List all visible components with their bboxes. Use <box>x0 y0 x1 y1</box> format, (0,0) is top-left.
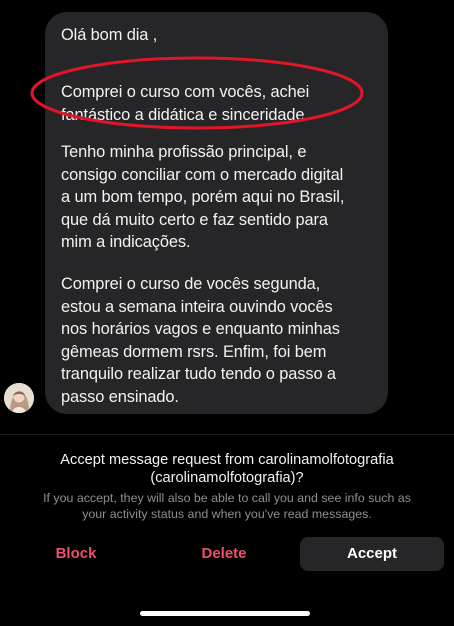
request-description: If you accept, they will also be able to… <box>0 490 454 522</box>
request-description-line: If you accept, they will also be able to… <box>43 491 411 505</box>
request-description-line: your activity status and when you've rea… <box>82 507 372 521</box>
message-line: Olá bom dia , <box>61 26 158 44</box>
message-line: Comprei o curso de vocês segunda, <box>61 275 321 293</box>
message-line: mim a indicações. <box>61 233 191 251</box>
message-paragraph-course: Comprei o curso de vocês segunda, estou … <box>61 273 340 408</box>
avatar[interactable] <box>4 383 34 413</box>
message-line: Tenho minha profissão principal, e <box>61 143 307 161</box>
block-button[interactable]: Block <box>40 537 112 571</box>
request-title-line: (carolinamolfotografia)? <box>150 470 304 486</box>
divider <box>0 434 454 435</box>
message-line: passo ensinado. <box>61 387 179 406</box>
request-title: Accept message request from carolinamolf… <box>0 451 454 487</box>
message-line: a um bom tempo, porém aqui no Brasil, <box>61 188 345 206</box>
message-line: estou a semana inteira ouvindo vocês <box>61 297 333 316</box>
request-title-line: Accept message request from carolinamolf… <box>60 452 394 468</box>
home-indicator[interactable] <box>140 611 310 616</box>
avatar-photo-icon <box>4 383 34 413</box>
message-paragraph-greeting: Olá bom dia , <box>61 24 157 47</box>
delete-button[interactable]: Delete <box>186 537 262 571</box>
message-line: nos horários vagos e enquanto minhas <box>61 320 340 338</box>
message-line: consigo conciliar com o mercado digital <box>61 165 344 184</box>
message-paragraph-profession: Tenho minha profissão principal, e consi… <box>61 141 344 254</box>
accept-button[interactable]: Accept <box>300 537 444 571</box>
message-line: que dá muito certo e faz sentido para <box>61 210 328 229</box>
message-line: tranquilo realizar tudo tendo o passo a <box>61 365 336 383</box>
message-line: gêmeas dormem rsrs. Enfim, foi bem <box>61 342 327 361</box>
red-highlight-ellipse <box>30 56 364 130</box>
